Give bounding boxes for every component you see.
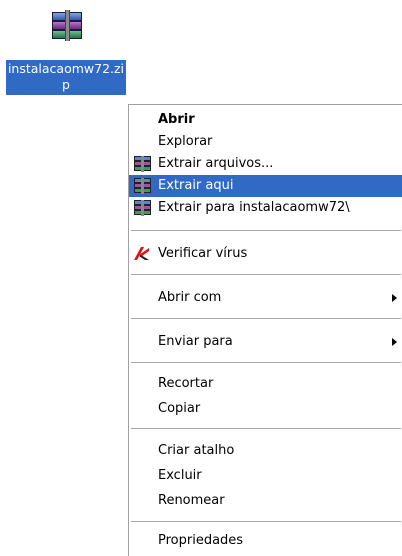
menu-item-explorar[interactable]: Explorar	[129, 131, 402, 153]
winrar-icon	[134, 178, 151, 194]
menu-separator	[131, 230, 401, 231]
submenu-arrow-icon	[392, 338, 397, 346]
menu-item-verificar-virus[interactable]: Verificar vírus	[129, 243, 402, 265]
menu-item-enviar-para[interactable]: Enviar para	[129, 331, 402, 353]
menu-item-extrair-aqui[interactable]: Extrair aqui	[129, 175, 402, 197]
winrar-icon	[134, 156, 151, 172]
submenu-arrow-icon	[392, 294, 397, 302]
kaspersky-icon	[134, 247, 149, 260]
menu-item-recortar[interactable]: Recortar	[129, 373, 402, 395]
menu-item-abrir-com[interactable]: Abrir com	[129, 287, 402, 309]
menu-separator	[131, 428, 401, 429]
menu-separator	[131, 274, 401, 275]
desktop-file-label: instalacaomw72.zi p	[6, 60, 126, 95]
menu-item-copiar[interactable]: Copiar	[129, 398, 402, 420]
context-menu: Abrir Explorar Extrair arquivos... Extra…	[128, 104, 402, 556]
menu-item-excluir[interactable]: Excluir	[129, 465, 402, 487]
winrar-icon	[134, 200, 151, 216]
menu-separator	[131, 318, 401, 319]
menu-item-abrir[interactable]: Abrir	[129, 109, 402, 131]
menu-item-extrair-para[interactable]: Extrair para instalacaomw72\	[129, 197, 402, 219]
menu-item-extrair-arquivos[interactable]: Extrair arquivos...	[129, 153, 402, 175]
desktop-file-icon[interactable]: instalacaomw72.zi p	[0, 0, 130, 104]
winrar-archive-icon	[50, 10, 84, 42]
menu-item-renomear[interactable]: Renomear	[129, 490, 402, 512]
menu-separator	[131, 521, 401, 522]
menu-separator	[131, 362, 401, 363]
menu-item-propriedades[interactable]: Propriedades	[129, 530, 402, 552]
menu-item-criar-atalho[interactable]: Criar atalho	[129, 440, 402, 462]
